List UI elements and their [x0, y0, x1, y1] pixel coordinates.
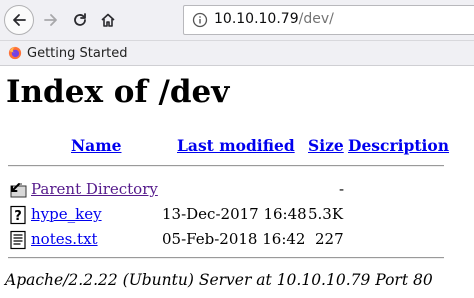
- info-icon[interactable]: [192, 12, 208, 28]
- home-icon: [101, 13, 115, 27]
- url-path: /dev/: [298, 11, 334, 27]
- home-button[interactable]: [94, 6, 122, 34]
- divider: [8, 257, 444, 259]
- back-folder-icon: [10, 183, 27, 198]
- column-header-name[interactable]: Name: [71, 136, 121, 155]
- url-bar[interactable]: 10.10.10.79/dev/: [183, 5, 474, 35]
- bookmark-label: Getting Started: [27, 45, 128, 61]
- firefox-icon: [8, 46, 22, 60]
- list-row: Parent Directory -: [0, 178, 474, 200]
- file-size: 5.3K: [308, 205, 344, 223]
- modified-date: 13-Dec-2017 16:48: [162, 205, 307, 223]
- file-size: 227: [315, 230, 344, 248]
- back-button[interactable]: [4, 5, 34, 35]
- bookmark-getting-started[interactable]: Getting Started: [8, 44, 128, 62]
- column-header-last-modified[interactable]: Last modified: [177, 136, 295, 155]
- column-header-size[interactable]: Size: [308, 136, 344, 155]
- bookmarks-bar: Getting Started: [0, 41, 474, 66]
- arrow-right-icon: [44, 14, 57, 26]
- reload-button[interactable]: [66, 6, 94, 34]
- divider: [8, 165, 444, 167]
- svg-text:?: ?: [14, 209, 22, 224]
- forward-button[interactable]: [37, 6, 65, 34]
- unknown-file-icon: ?: [10, 205, 26, 225]
- file-link-notes-txt[interactable]: notes.txt: [31, 230, 98, 248]
- parent-directory-link[interactable]: Parent Directory: [31, 180, 158, 198]
- url-text: 10.10.10.79/dev/: [214, 11, 334, 27]
- file-link-hype-key[interactable]: hype_key: [31, 205, 102, 223]
- modified-date: 05-Feb-2018 16:42: [162, 230, 306, 248]
- server-signature: Apache/2.2.22 (Ubuntu) Server at 10.10.1…: [5, 271, 433, 289]
- list-row: ? hype_key 13-Dec-2017 16:48 5.3K: [0, 203, 474, 225]
- reload-icon: [74, 13, 86, 26]
- page-title: Index of /dev: [6, 74, 230, 110]
- list-row: notes.txt 05-Feb-2018 16:42 227: [0, 228, 474, 250]
- column-header-description[interactable]: Description: [348, 136, 449, 155]
- text-file-icon: [10, 230, 26, 250]
- arrow-left-icon: [13, 14, 26, 26]
- url-host: 10.10.10.79: [214, 11, 299, 27]
- page-content: Index of /dev Name Last modified Size De…: [0, 66, 474, 298]
- file-size: -: [339, 180, 345, 198]
- browser-toolbar: 10.10.10.79/dev/: [0, 0, 474, 41]
